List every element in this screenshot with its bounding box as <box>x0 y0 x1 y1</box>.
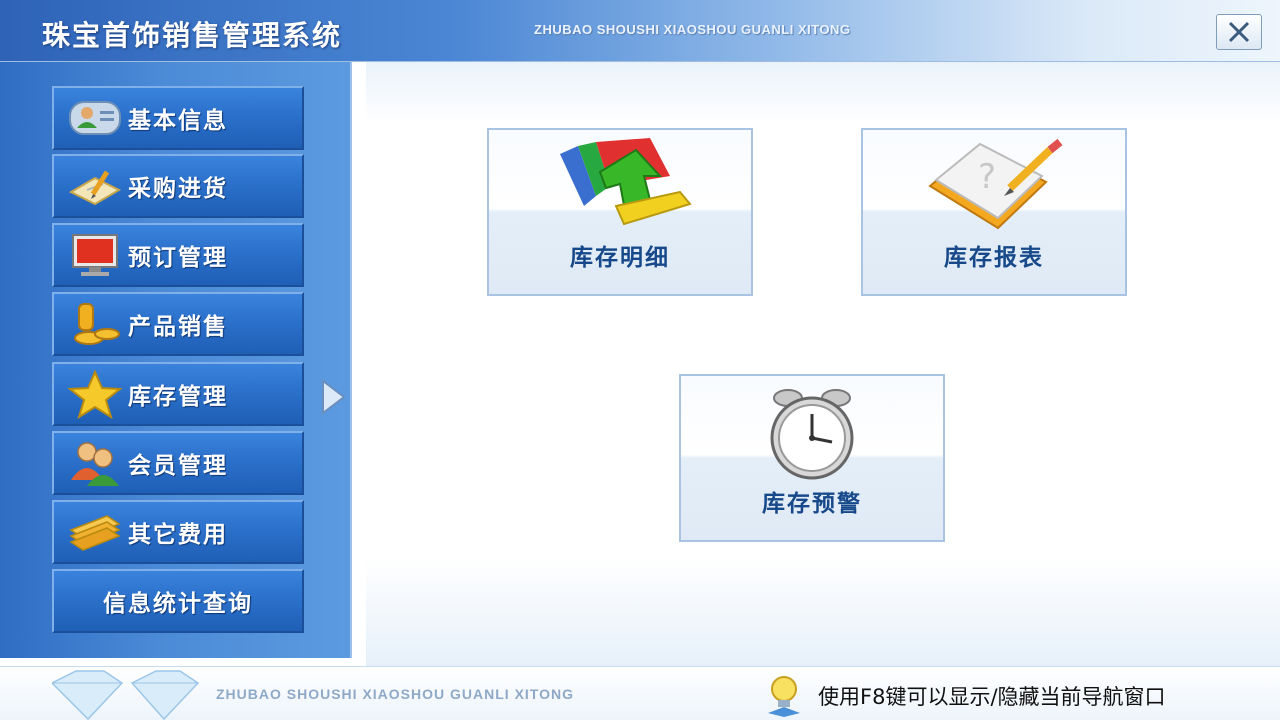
status-bar: ZHUBAO SHOUSHI XIAOSHOU GUANLI XITONG 使用… <box>0 666 1280 720</box>
svg-text:?: ? <box>978 157 996 197</box>
triangle-right-icon <box>322 378 346 416</box>
star-icon <box>66 366 124 422</box>
folder-stack-icon <box>66 504 124 560</box>
title-bar: 珠宝首饰销售管理系统 ZHUBAO SHOUSHI XIAOSHOU GUANL… <box>0 0 1280 62</box>
alarm-clock-icon <box>732 382 892 482</box>
close-icon <box>1228 21 1250 43</box>
contact-card-icon <box>66 90 124 146</box>
tile-label: 库存预警 <box>762 491 862 517</box>
sidebar: 基本信息 采购进货 预订管理 产品销售 库存管理 会员管理 其它费用 信息统计查… <box>0 62 352 658</box>
expand-arrow-button[interactable] <box>318 377 348 417</box>
sidebar-item-label: 预订管理 <box>128 245 228 271</box>
monitor-icon <box>66 227 124 283</box>
notebook-pencil-icon: ? <box>914 136 1074 236</box>
sidebar-item-label: 会员管理 <box>128 453 228 479</box>
sidebar-item-label: 其它费用 <box>128 522 228 548</box>
diamond-icon <box>50 669 202 720</box>
colorful-arrow-icon <box>540 136 700 236</box>
notepad-pen-icon <box>66 158 124 214</box>
sidebar-item-inventory[interactable]: 库存管理 <box>52 362 304 426</box>
sidebar-item-product-sales[interactable]: 产品销售 <box>52 292 304 356</box>
gold-coins-icon <box>66 296 124 352</box>
sidebar-item-reservation[interactable]: 预订管理 <box>52 223 304 287</box>
app-subtitle: ZHUBAO SHOUSHI XIAOSHOU GUANLI XITONG <box>534 22 851 37</box>
close-button[interactable] <box>1216 14 1262 50</box>
tile-label: 库存报表 <box>944 245 1044 271</box>
sidebar-item-basic-info[interactable]: 基本信息 <box>52 86 304 150</box>
sidebar-item-label: 产品销售 <box>128 314 228 340</box>
sidebar-item-statistics[interactable]: 信息统计查询 <box>52 569 304 633</box>
lightbulb-icon <box>764 673 804 717</box>
sidebar-item-label: 采购进货 <box>128 176 228 202</box>
main-panel: 库存明细 ? 库存报表 库存预警 <box>366 62 1280 666</box>
footer-brand: ZHUBAO SHOUSHI XIAOSHOU GUANLI XITONG <box>216 686 574 702</box>
sidebar-item-label: 信息统计查询 <box>103 591 253 617</box>
app-title: 珠宝首饰销售管理系统 <box>42 19 343 52</box>
sidebar-item-label: 库存管理 <box>128 384 228 410</box>
tile-inventory-warning[interactable]: 库存预警 <box>679 374 945 542</box>
sidebar-item-members[interactable]: 会员管理 <box>52 431 304 495</box>
hint-text: 使用F8键可以显示/隐藏当前导航窗口 <box>818 685 1166 709</box>
sidebar-item-purchase[interactable]: 采购进货 <box>52 154 304 218</box>
users-icon <box>66 435 124 491</box>
tile-inventory-detail[interactable]: 库存明细 <box>487 128 753 296</box>
sidebar-item-other-expenses[interactable]: 其它费用 <box>52 500 304 564</box>
tile-label: 库存明细 <box>570 245 670 271</box>
tile-inventory-report[interactable]: ? 库存报表 <box>861 128 1127 296</box>
sidebar-item-label: 基本信息 <box>128 108 228 134</box>
